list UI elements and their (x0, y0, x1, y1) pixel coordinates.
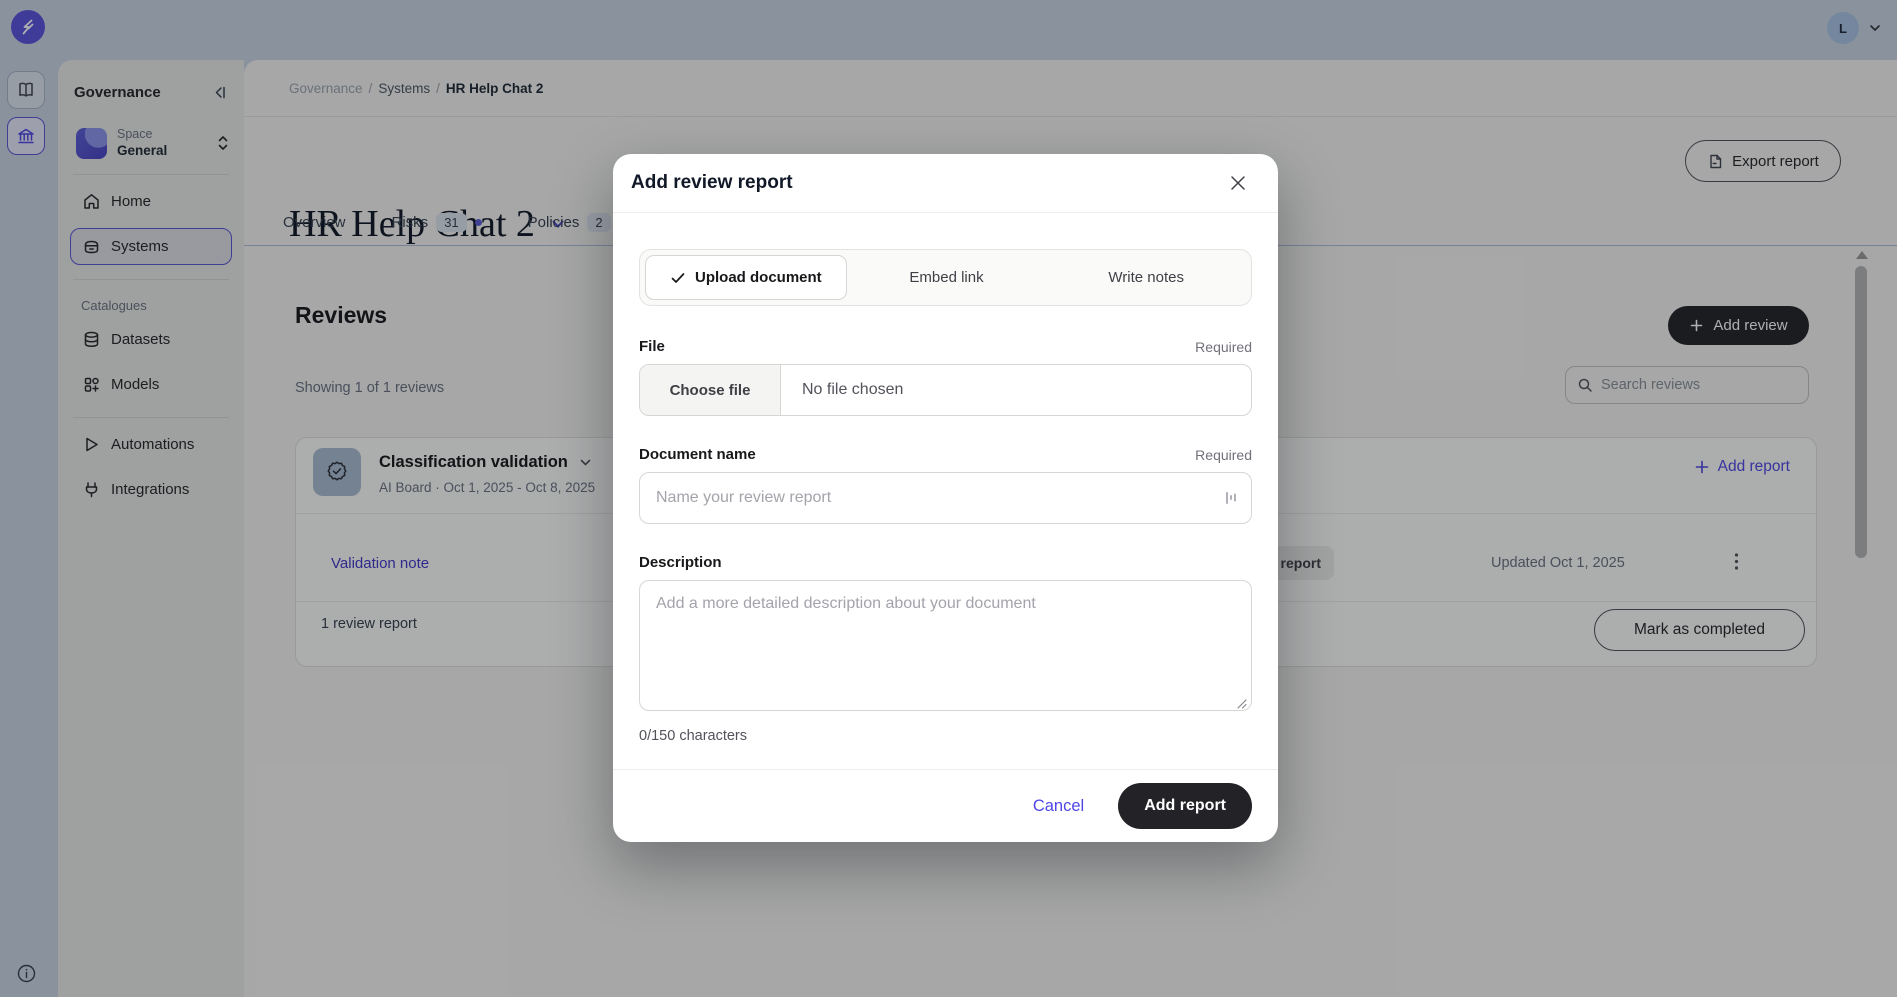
file-status-text: No file chosen (781, 365, 903, 415)
add-review-report-modal: Add review report Upload document Embed … (613, 154, 1278, 842)
document-name-field[interactable] (656, 489, 1225, 507)
modal-title: Add review report (631, 172, 793, 194)
cancel-button[interactable]: Cancel (1033, 797, 1084, 816)
description-field[interactable] (639, 580, 1252, 711)
file-input[interactable]: Choose file No file chosen (639, 364, 1252, 416)
choose-file-button[interactable]: Choose file (640, 365, 781, 415)
check-icon (670, 270, 686, 286)
text-cursor-icon (1225, 489, 1237, 507)
tab-label: Upload document (695, 269, 822, 286)
close-icon[interactable] (1224, 169, 1252, 197)
tab-upload-document[interactable]: Upload document (645, 255, 847, 300)
character-counter: 0/150 characters (639, 728, 1252, 744)
file-label: File (639, 338, 665, 355)
tab-write-notes[interactable]: Write notes (1046, 255, 1246, 300)
resize-handle-icon[interactable] (1236, 698, 1247, 709)
tab-label: Write notes (1108, 269, 1184, 286)
description-label: Description (639, 554, 722, 571)
tab-label: Embed link (909, 269, 983, 286)
add-report-button[interactable]: Add report (1118, 783, 1252, 829)
file-required-badge: Required (1195, 339, 1252, 355)
document-name-label: Document name (639, 446, 756, 463)
document-name-required-badge: Required (1195, 447, 1252, 463)
report-type-tabs: Upload document Embed link Write notes (639, 249, 1252, 306)
tab-embed-link[interactable]: Embed link (847, 255, 1047, 300)
